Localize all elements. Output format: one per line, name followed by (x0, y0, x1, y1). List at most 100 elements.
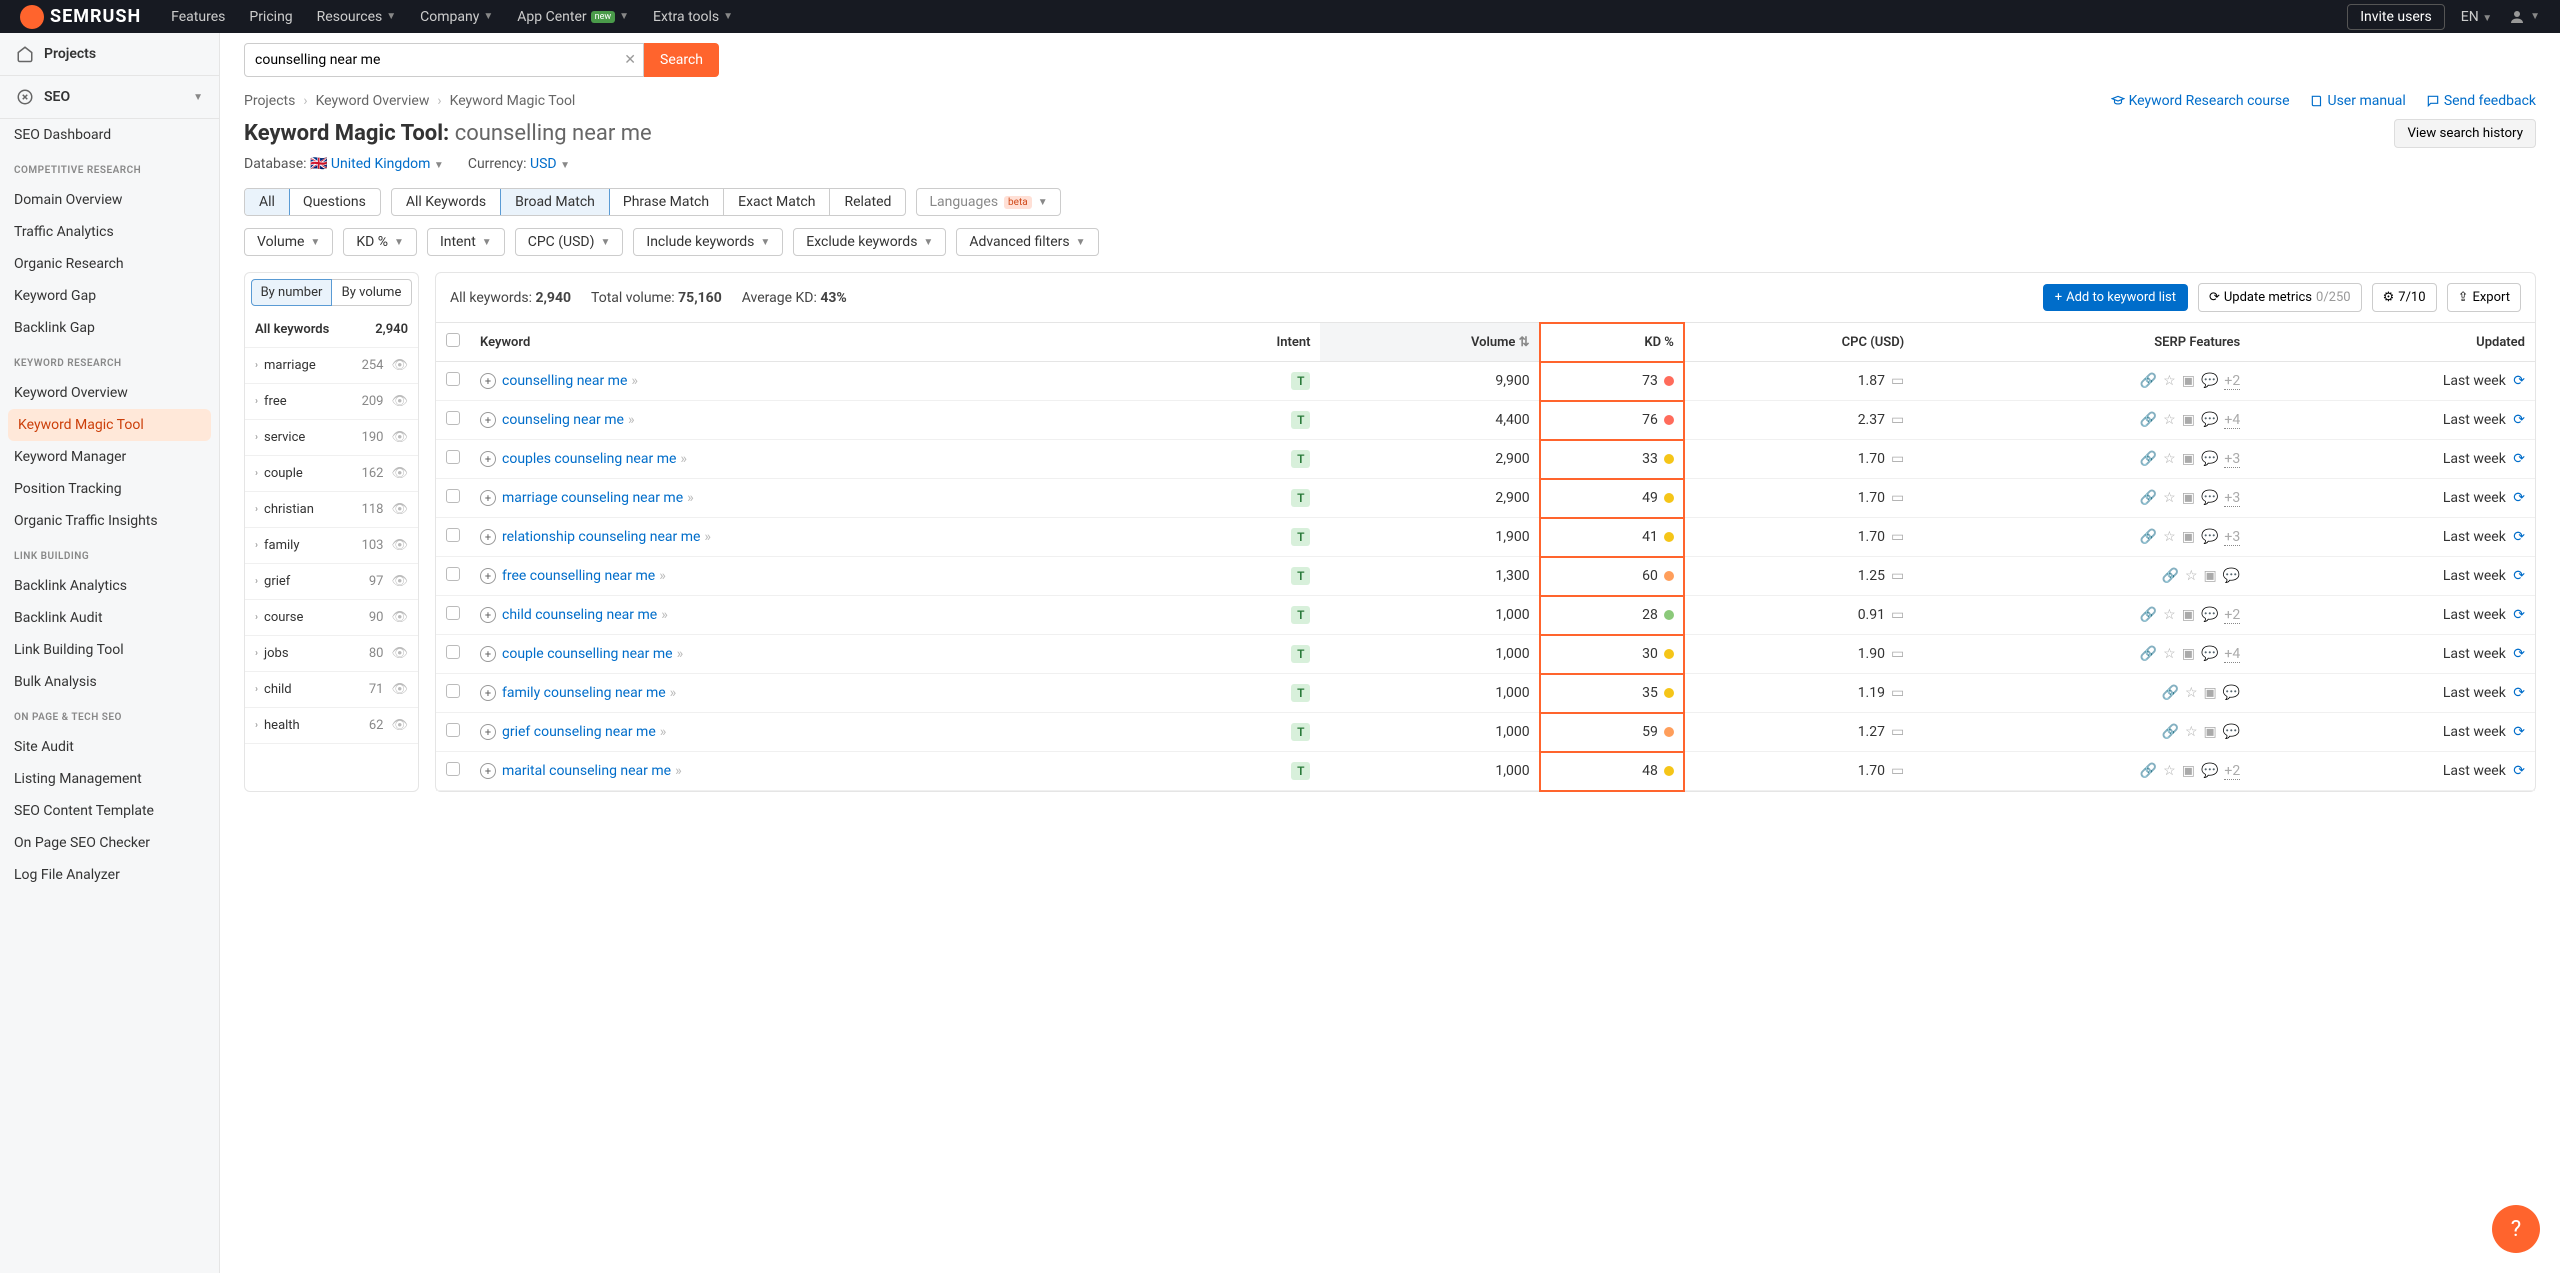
serp-snapshot-icon[interactable]: ▭ (1891, 724, 1904, 740)
search-input[interactable] (244, 43, 644, 77)
logo[interactable]: SEMRUSH (20, 5, 141, 29)
expand-icon[interactable]: + (480, 529, 496, 545)
search-button[interactable]: Search (644, 43, 719, 77)
sidebar-item-position-tracking[interactable]: Position Tracking (0, 473, 219, 505)
serp-snapshot-icon[interactable]: ▭ (1891, 763, 1904, 779)
crumb-keyword-overview[interactable]: Keyword Overview (316, 93, 430, 109)
row-checkbox[interactable] (446, 762, 460, 776)
serp-more[interactable]: +3 (2224, 490, 2240, 507)
sidebar-item-site-audit[interactable]: Site Audit (0, 731, 219, 763)
eye-icon[interactable]: 👁 (391, 394, 408, 409)
row-checkbox[interactable] (446, 372, 460, 386)
serp-snapshot-icon[interactable]: ▭ (1891, 529, 1904, 545)
keyword-link[interactable]: couples counseling near me (502, 451, 676, 467)
expand-icon[interactable]: + (480, 685, 496, 701)
tab-related[interactable]: Related (830, 189, 905, 215)
keyword-group-row[interactable]: › child71👁 (245, 672, 418, 708)
sidebar-item-backlink-analytics[interactable]: Backlink Analytics (0, 570, 219, 602)
filter-intent[interactable]: Intent ▼ (427, 228, 505, 256)
serp-snapshot-icon[interactable]: ▭ (1891, 568, 1904, 584)
keyword-link[interactable]: marital counseling near me (502, 763, 671, 779)
columns-settings-button[interactable]: ⚙7/10 (2372, 283, 2437, 312)
filter-cpc-usd-[interactable]: CPC (USD) ▼ (515, 228, 624, 256)
all-keywords-row[interactable]: All keywords 2,940 (245, 312, 418, 348)
eye-icon[interactable]: 👁 (391, 646, 408, 661)
eye-icon[interactable]: 👁 (391, 466, 408, 481)
languages-filter[interactable]: Languages beta ▼ (916, 188, 1060, 216)
expand-icon[interactable]: + (480, 373, 496, 389)
row-checkbox[interactable] (446, 645, 460, 659)
serp-snapshot-icon[interactable]: ▭ (1891, 490, 1904, 506)
sidebar-seo[interactable]: SEO ▼ (0, 76, 219, 119)
nav-pricing[interactable]: Pricing (249, 9, 292, 25)
nav-features[interactable]: Features (171, 9, 225, 25)
serp-more[interactable]: +2 (2224, 607, 2240, 624)
keyword-group-row[interactable]: › grief97👁 (245, 564, 418, 600)
refresh-icon[interactable]: ⟳ (2513, 763, 2525, 779)
keyword-link[interactable]: counselling near me (502, 373, 627, 389)
sidebar-projects[interactable]: Projects (0, 33, 219, 76)
eye-icon[interactable]: 👁 (391, 538, 408, 553)
eye-icon[interactable]: 👁 (391, 502, 408, 517)
row-checkbox[interactable] (446, 684, 460, 698)
sidebar-item-keyword-magic-tool[interactable]: Keyword Magic Tool (8, 409, 211, 441)
refresh-icon[interactable]: ⟳ (2513, 607, 2525, 623)
col-intent[interactable]: Intent (1170, 323, 1321, 362)
currency-selector[interactable]: Currency: USD ▼ (468, 156, 570, 172)
select-all-checkbox[interactable] (446, 333, 460, 347)
sidebar-item-organic-research[interactable]: Organic Research (0, 248, 219, 280)
view-search-history-button[interactable]: View search history (2394, 119, 2536, 148)
tab-all[interactable]: All (244, 188, 290, 216)
sidebar-item-backlink-audit[interactable]: Backlink Audit (0, 602, 219, 634)
keyword-link[interactable]: family counseling near me (502, 685, 666, 701)
sidebar-item-keyword-manager[interactable]: Keyword Manager (0, 441, 219, 473)
expand-icon[interactable]: + (480, 724, 496, 740)
sidebar-item-on-page-seo-checker[interactable]: On Page SEO Checker (0, 827, 219, 859)
expand-icon[interactable]: + (480, 607, 496, 623)
export-button[interactable]: ⇪Export (2447, 283, 2521, 312)
serp-more[interactable]: +4 (2224, 412, 2240, 429)
keyword-group-row[interactable]: › jobs80👁 (245, 636, 418, 672)
serp-more[interactable]: +2 (2224, 373, 2240, 390)
refresh-icon[interactable]: ⟳ (2513, 529, 2525, 545)
nav-app-center[interactable]: App Center new ▼ (517, 9, 629, 25)
refresh-icon[interactable]: ⟳ (2513, 451, 2525, 467)
send-feedback-link[interactable]: Send feedback (2426, 93, 2536, 109)
refresh-icon[interactable]: ⟳ (2513, 685, 2525, 701)
sidebar-item-log-file-analyzer[interactable]: Log File Analyzer (0, 859, 219, 891)
keyword-link[interactable]: free counselling near me (502, 568, 655, 584)
row-checkbox[interactable] (446, 411, 460, 425)
serp-more[interactable]: +2 (2224, 763, 2240, 780)
eye-icon[interactable]: 👁 (391, 574, 408, 589)
filter-advanced-filters[interactable]: Advanced filters ▼ (956, 228, 1098, 256)
eye-icon[interactable]: 👁 (391, 682, 408, 697)
expand-icon[interactable]: + (480, 646, 496, 662)
col-cpc[interactable]: CPC (USD) (1684, 323, 1914, 362)
eye-icon[interactable]: 👁 (391, 430, 408, 445)
refresh-icon[interactable]: ⟳ (2513, 490, 2525, 506)
add-to-keyword-list-button[interactable]: +Add to keyword list (2043, 284, 2188, 311)
expand-icon[interactable]: + (480, 412, 496, 428)
serp-snapshot-icon[interactable]: ▭ (1891, 373, 1904, 389)
serp-more[interactable]: +4 (2224, 646, 2240, 663)
clear-icon[interactable]: ✕ (624, 52, 636, 68)
refresh-icon[interactable]: ⟳ (2513, 373, 2525, 389)
col-kd[interactable]: KD % (1540, 323, 1684, 362)
sidebar-item-traffic-analytics[interactable]: Traffic Analytics (0, 216, 219, 248)
eye-icon[interactable]: 👁 (391, 610, 408, 625)
row-checkbox[interactable] (446, 528, 460, 542)
expand-icon[interactable]: + (480, 568, 496, 584)
filter-volume[interactable]: Volume ▼ (244, 228, 333, 256)
refresh-icon[interactable]: ⟳ (2513, 412, 2525, 428)
row-checkbox[interactable] (446, 606, 460, 620)
row-checkbox[interactable] (446, 723, 460, 737)
expand-icon[interactable]: + (480, 490, 496, 506)
keyword-group-row[interactable]: › service190👁 (245, 420, 418, 456)
database-selector[interactable]: Database: 🇬🇧 United Kingdom ▼ (244, 156, 444, 172)
eye-icon[interactable]: 👁 (391, 718, 408, 733)
user-menu[interactable]: ▼ (2508, 8, 2540, 26)
help-fab[interactable]: ? (2492, 1205, 2540, 1253)
keyword-group-row[interactable]: › course90👁 (245, 600, 418, 636)
sidebar-item-keyword-gap[interactable]: Keyword Gap (0, 280, 219, 312)
col-updated[interactable]: Updated (2250, 323, 2535, 362)
